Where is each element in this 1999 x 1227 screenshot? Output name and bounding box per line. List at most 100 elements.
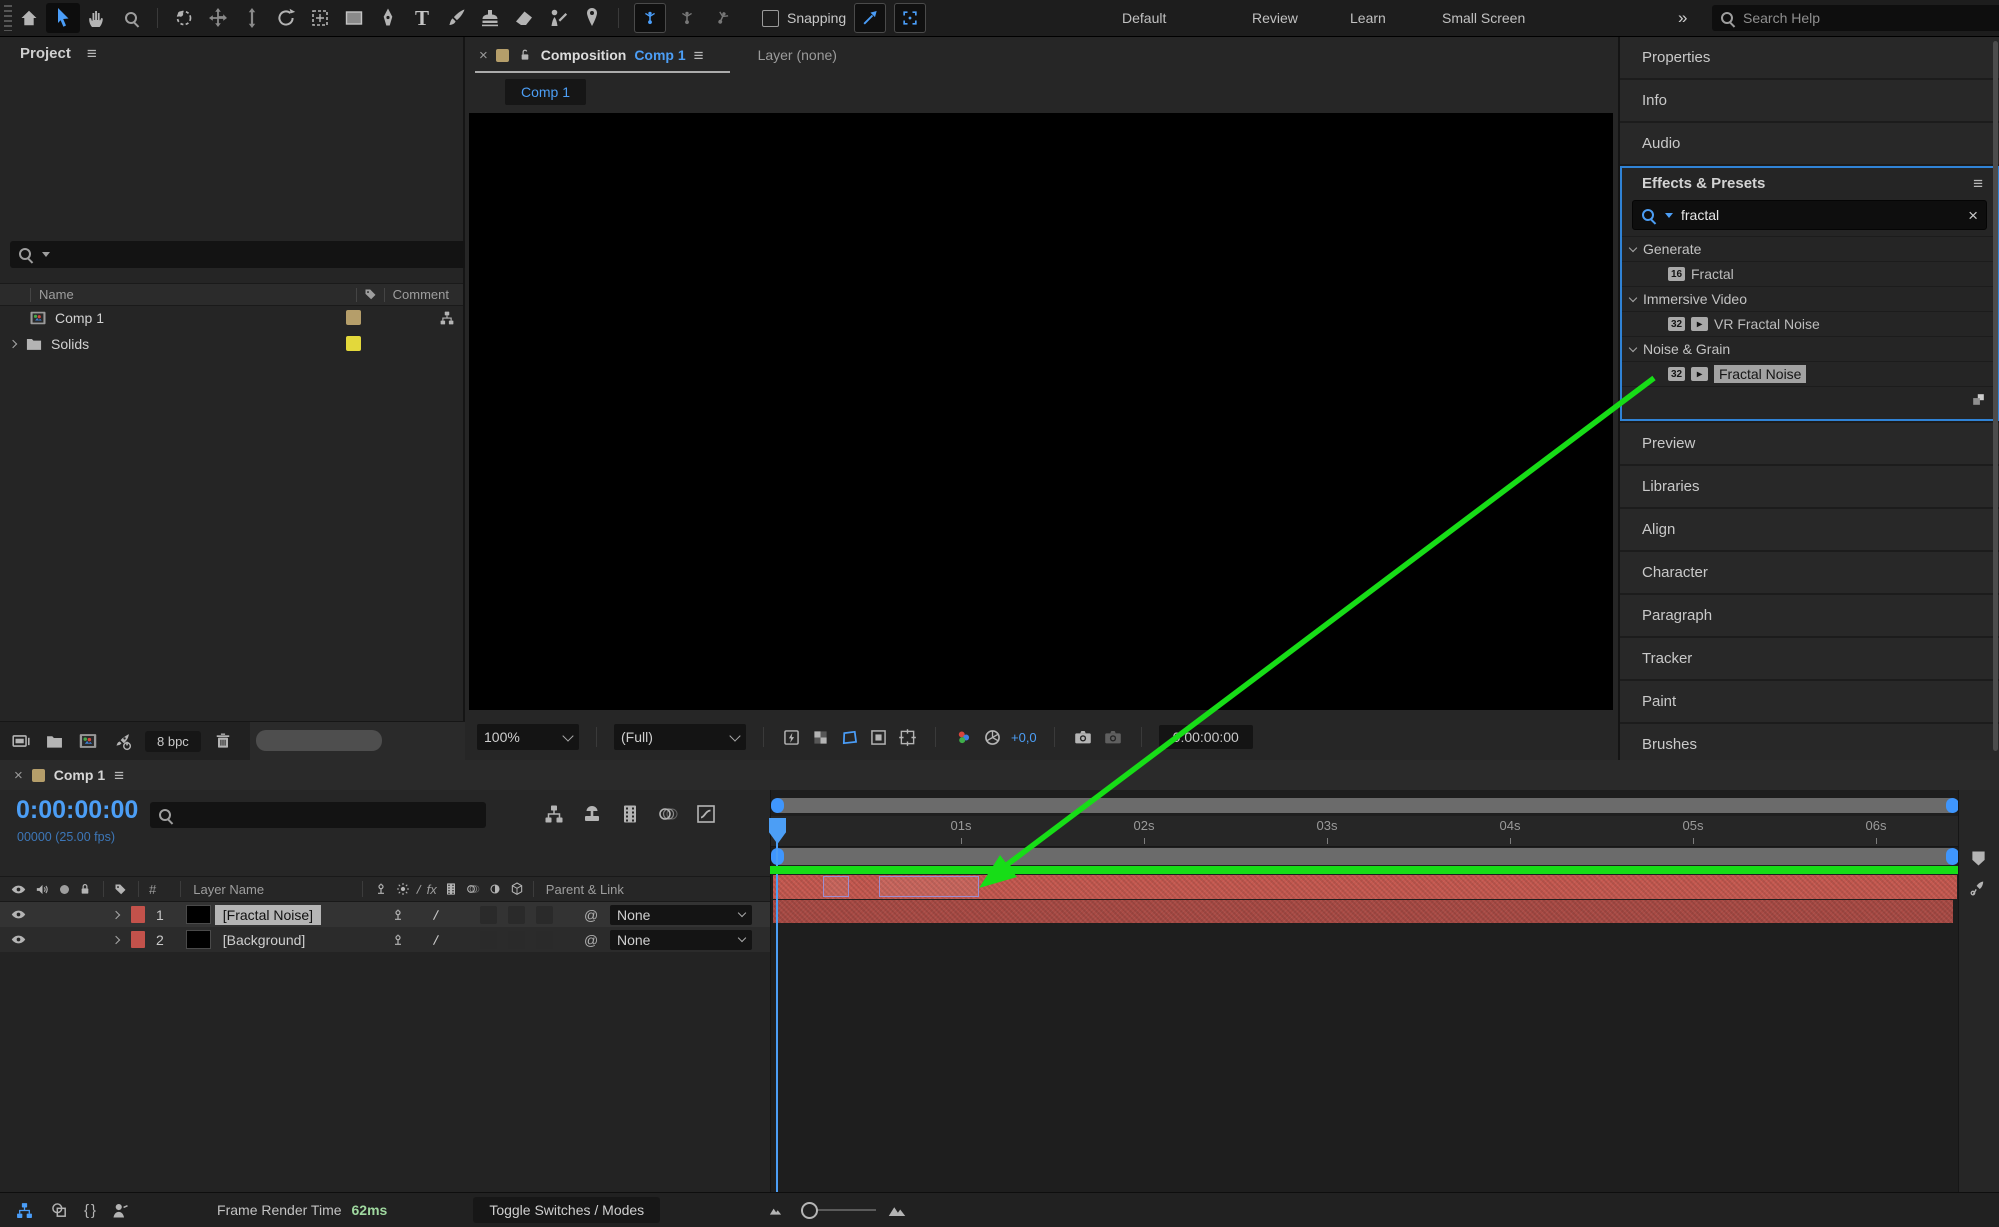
effect-item-vr-fractal-noise[interactable]: 32 ▸ VR Fractal Noise: [1622, 311, 1997, 336]
twirl-down-icon[interactable]: [1629, 343, 1637, 351]
switch-cell[interactable]: [508, 931, 525, 949]
brush-tool[interactable]: [439, 3, 473, 33]
panel-paint[interactable]: Paint: [1620, 681, 1999, 722]
frame-blending-icon[interactable]: [618, 802, 642, 826]
workspace-tab-learn[interactable]: Learn: [1350, 10, 1386, 26]
home-tool[interactable]: [12, 3, 46, 33]
layer-twirl-icon[interactable]: [112, 935, 120, 943]
effect-item-fractal[interactable]: 16 Fractal: [1622, 261, 1997, 286]
layer-tab[interactable]: Layer (none): [758, 47, 837, 63]
panel-properties[interactable]: Properties: [1620, 37, 1999, 78]
layer-label-swatch[interactable]: [131, 931, 145, 948]
switch-cell[interactable]: [480, 931, 497, 949]
new-composition-icon[interactable]: [77, 730, 99, 752]
expand-flowchart-icon[interactable]: [14, 1200, 35, 1221]
video-column-eye-icon[interactable]: [10, 881, 27, 898]
playhead-line[interactable]: [776, 818, 778, 1192]
panel-tracker[interactable]: Tracker: [1620, 638, 1999, 679]
composition-tab-comp-name[interactable]: Comp 1: [634, 47, 685, 63]
effect-item-fractal-noise[interactable]: 32 ▸ Fractal Noise: [1622, 361, 1997, 386]
project-item-comp1[interactable]: Comp 1: [0, 305, 463, 330]
effect-group-generate[interactable]: Generate: [1622, 236, 1997, 261]
layer-bar-background[interactable]: [773, 900, 1953, 923]
parent-link-dropdown[interactable]: None: [610, 905, 752, 925]
workspace-tab-small-screen[interactable]: Small Screen: [1442, 10, 1525, 26]
fast-preview-icon[interactable]: [781, 727, 802, 748]
timeline-panel-menu-icon[interactable]: ≡: [114, 767, 124, 784]
twirl-down-icon[interactable]: [1629, 293, 1637, 301]
exposure-value[interactable]: +0,0: [1011, 730, 1037, 745]
layer-name[interactable]: [Background]: [215, 930, 314, 950]
zoom-out-mountain-icon[interactable]: [768, 1203, 783, 1218]
joint-free-tool[interactable]: [708, 3, 736, 33]
pen-tool[interactable]: [371, 3, 405, 33]
panel-info[interactable]: Info: [1620, 80, 1999, 121]
eraser-tool[interactable]: [507, 3, 541, 33]
timeline-hscroll-track[interactable]: [773, 798, 1957, 813]
zoom-in-mountain-icon[interactable]: [886, 1199, 908, 1221]
comp-label-swatch[interactable]: [496, 49, 509, 62]
take-snapshot-icon[interactable]: [1072, 726, 1094, 748]
mask-visibility-icon[interactable]: [868, 727, 889, 748]
snap-box-button[interactable]: [894, 3, 926, 33]
toggle-switches-modes-button[interactable]: Toggle Switches / Modes: [473, 1197, 660, 1223]
selection-tool[interactable]: [46, 3, 80, 33]
project-item-solids[interactable]: Solids: [0, 331, 463, 356]
joint-bend-tool[interactable]: [673, 3, 701, 33]
parent-link-column-header[interactable]: Parent & Link: [546, 882, 624, 897]
effect-group-noise-grain[interactable]: Noise & Grain: [1622, 336, 1997, 361]
label-column-icon[interactable]: [363, 287, 378, 302]
graph-editor-icon[interactable]: [694, 802, 718, 826]
switch-cell[interactable]: [508, 906, 525, 924]
label-color-swatch[interactable]: [346, 336, 361, 351]
snapping-checkbox[interactable]: [762, 10, 779, 27]
panel-brushes[interactable]: Brushes: [1620, 724, 1999, 765]
transparency-grid-icon[interactable]: [810, 727, 831, 748]
layer-visibility-eye-icon[interactable]: [10, 906, 27, 923]
draft-3d-icon[interactable]: [580, 802, 604, 826]
layer-row-2[interactable]: 2 [Background] / @ None: [0, 927, 770, 952]
twirl-down-icon[interactable]: [1629, 243, 1637, 251]
layer-bar-fractal-noise[interactable]: [773, 875, 1957, 899]
panel-character[interactable]: Character: [1620, 552, 1999, 593]
viewer-timecode[interactable]: 0:00:00:00: [1159, 725, 1253, 749]
comp-viewer-tab[interactable]: Comp 1: [505, 79, 586, 105]
clear-search-icon[interactable]: ×: [1968, 207, 1978, 224]
composition-tab-title[interactable]: Composition: [541, 47, 627, 63]
layer-label-swatch[interactable]: [131, 906, 145, 923]
pan-behind-tool[interactable]: [303, 3, 337, 33]
project-panel-menu-icon[interactable]: ≡: [87, 45, 97, 62]
panel-paragraph[interactable]: Paragraph: [1620, 595, 1999, 636]
project-hscroll-track[interactable]: [250, 722, 473, 760]
motion-blur-icon[interactable]: [656, 802, 680, 826]
quality-switch[interactable]: /: [432, 931, 439, 947]
effect-name[interactable]: Fractal: [1691, 266, 1734, 282]
type-tool[interactable]: T: [405, 3, 439, 33]
unlock-icon[interactable]: [517, 47, 533, 63]
interpret-footage-icon[interactable]: [10, 730, 32, 752]
rectangle-tool[interactable]: [337, 3, 371, 33]
joint-pivot-tool[interactable]: [634, 3, 666, 33]
comp-marker-bin-icon[interactable]: [1968, 848, 1989, 869]
quality-switch[interactable]: /: [432, 906, 439, 922]
effects-search-box[interactable]: ×: [1632, 200, 1987, 230]
audio-column-speaker-icon[interactable]: [34, 881, 51, 898]
close-panel-icon[interactable]: ×: [14, 768, 23, 783]
layer-list-empty-area[interactable]: [0, 952, 770, 1192]
help-search-input[interactable]: [1741, 9, 1998, 27]
comp-label-swatch[interactable]: [32, 769, 45, 782]
zoom-tool[interactable]: [114, 3, 148, 33]
panel-preview[interactable]: Preview: [1620, 423, 1999, 464]
pan-camera-tool[interactable]: [201, 3, 235, 33]
label-column-icon[interactable]: [113, 882, 128, 897]
name-column-header[interactable]: Name: [39, 287, 74, 302]
new-folder-icon[interactable]: [44, 731, 65, 752]
effects-search-input[interactable]: [1679, 206, 1962, 224]
resolution-dropdown[interactable]: (Full): [614, 724, 746, 750]
toolbar-drag-handle[interactable]: [4, 5, 12, 31]
effect-name-selected[interactable]: Fractal Noise: [1714, 365, 1806, 383]
panel-libraries[interactable]: Libraries: [1620, 466, 1999, 507]
search-scope-dropdown-icon[interactable]: [42, 252, 50, 257]
shy-anchor-switch-icon[interactable]: [390, 907, 406, 923]
panel-align[interactable]: Align: [1620, 509, 1999, 550]
